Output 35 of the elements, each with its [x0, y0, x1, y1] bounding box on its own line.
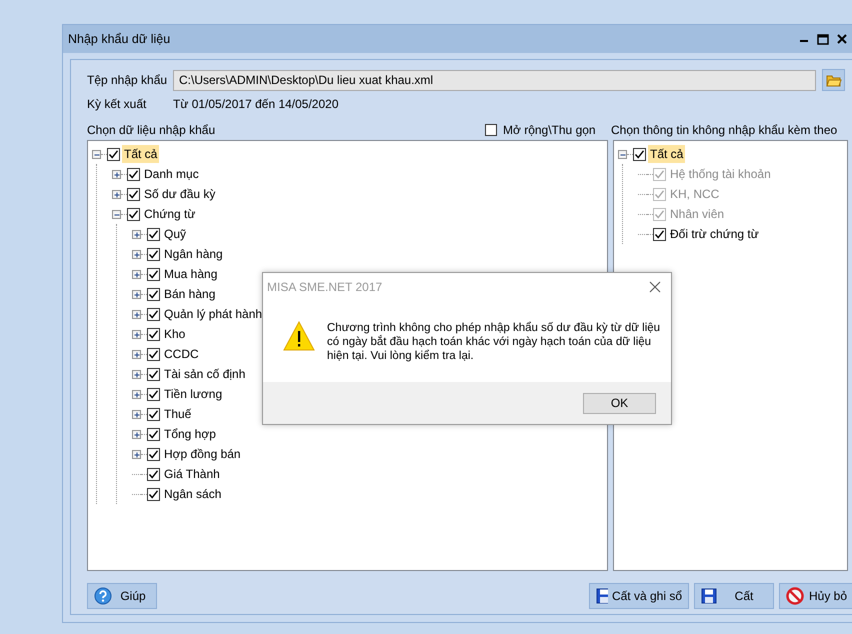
- tree-item[interactable]: Tiền lương: [162, 385, 224, 403]
- ok-button[interactable]: OK: [583, 392, 656, 414]
- action-button[interactable]: Cất và ghi sổ: [589, 583, 689, 609]
- panel-title: Chọn dữ liệu nhập khẩu: [87, 122, 216, 139]
- tree-item[interactable]: Quỹ: [162, 225, 188, 243]
- tree-item[interactable]: Mua hàng: [162, 265, 220, 283]
- period-value: Từ 01/05/2017 đến 14/05/2020: [173, 96, 339, 113]
- panel-title: Chọn thông tin không nhập khẩu kèm theo: [611, 122, 838, 139]
- tree-item[interactable]: Tài sản cố định: [162, 365, 248, 383]
- tree-item[interactable]: Ngân hàng: [162, 245, 225, 263]
- tree-item[interactable]: Tổng hợp: [162, 425, 218, 443]
- tree-item[interactable]: Quản lý phát hành: [162, 305, 264, 323]
- period-label: Kỳ kết xuất: [87, 96, 148, 113]
- tree-item[interactable]: Tất cả: [122, 145, 160, 163]
- tree-item[interactable]: Đối trừ chứng từ: [668, 225, 761, 243]
- tree-item[interactable]: Bán hàng: [162, 285, 218, 303]
- dialog-title: MISA SME.NET 2017: [267, 279, 382, 296]
- tree-item[interactable]: Kho: [162, 325, 188, 343]
- file-label: Tệp nhập khẩu: [87, 72, 168, 89]
- tree-item[interactable]: Danh mục: [142, 165, 201, 183]
- action-button[interactable]: Cất: [694, 583, 774, 609]
- dialog-message: Chương trình không cho phép nhập khẩu số dư đầu kỳ từ dữ liệu có ngày bắt đầu hạch toán khác với ngày hạch toán của dữ liệu hiện tại. Vui lòng kiểm tra lại.: [327, 321, 662, 364]
- tree-item[interactable]: Giá Thành: [162, 465, 222, 483]
- tree-item[interactable]: Ngân sách: [162, 485, 224, 503]
- file-path-field[interactable]: C:\Users\ADMIN\Desktop\Du lieu xuat khau.xml: [173, 70, 816, 90]
- tree-item[interactable]: Hợp đồng bán: [162, 445, 243, 463]
- action-button[interactable]: Hủy bỏ: [779, 583, 852, 609]
- tree-item[interactable]: Số dư đầu kỳ: [142, 185, 218, 203]
- tree-item[interactable]: CCDC: [162, 345, 201, 363]
- tree-item[interactable]: Chứng từ: [142, 205, 198, 223]
- tree-item[interactable]: Thuế: [162, 405, 194, 423]
- checkbox-label: Mở rộng\Thu gọn: [503, 122, 596, 139]
- action-button[interactable]: Giúp: [87, 583, 157, 609]
- window-title: Nhập khẩu dữ liệu: [68, 30, 172, 48]
- tree-item[interactable]: Tất cả: [648, 145, 686, 163]
